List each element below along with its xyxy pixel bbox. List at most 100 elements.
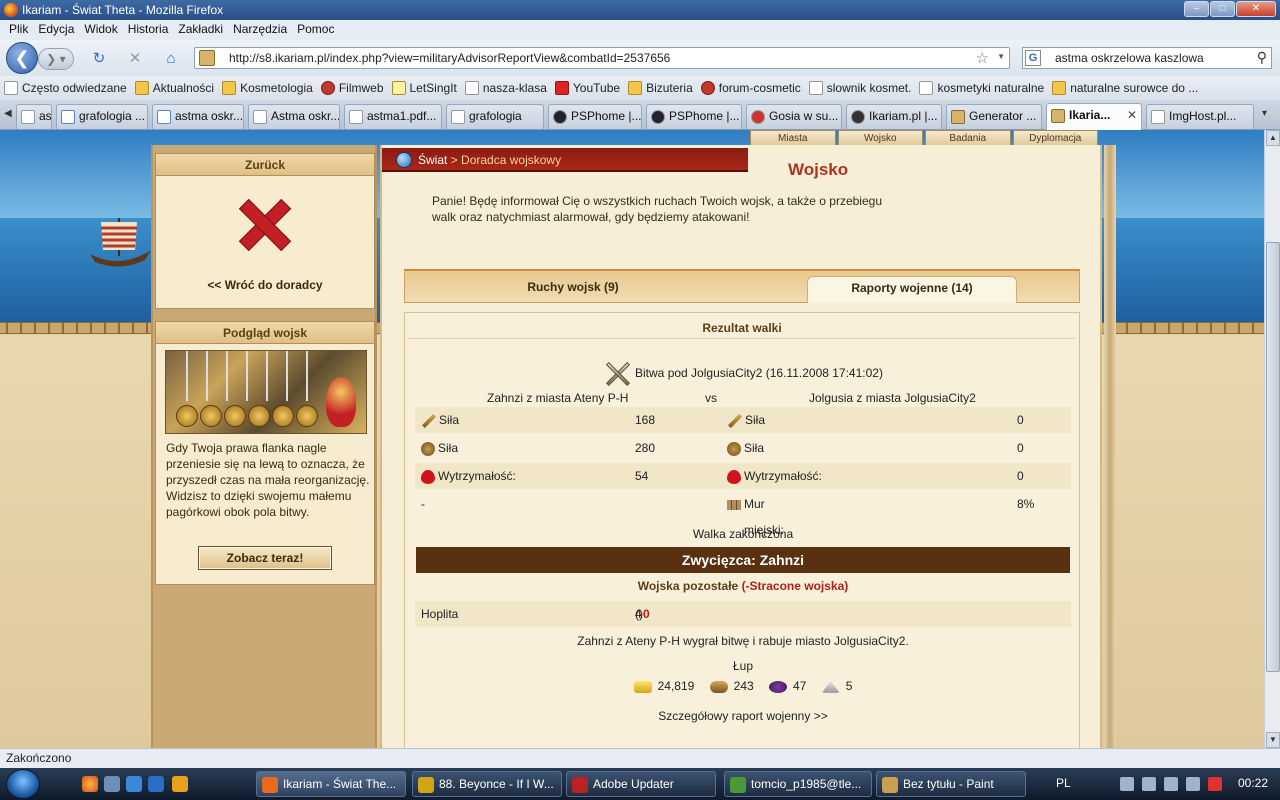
defender-wall-value: 8% xyxy=(1017,497,1035,511)
bookmark-item[interactable]: Filmweb xyxy=(320,81,384,95)
bookmark-item[interactable]: Często odwiedzane xyxy=(4,81,127,95)
bookmark-item[interactable]: kosmetyki naturalne xyxy=(919,81,1044,95)
vertical-scrollbar[interactable]: ▲ ▼ xyxy=(1264,130,1280,748)
volume-icon[interactable] xyxy=(1186,777,1200,791)
browser-tab[interactable]: astma1.pdf... xyxy=(344,104,442,129)
browser-tab[interactable]: Gosia w su... xyxy=(746,104,842,129)
menu-bookmarks[interactable]: Zakładki xyxy=(173,20,228,40)
taskbar-window-button[interactable]: Bez tytułu - Paint xyxy=(876,771,1026,797)
home-icon[interactable]: ⌂ xyxy=(162,50,180,68)
minimize-button[interactable]: – xyxy=(1184,1,1209,17)
bookmark-item[interactable]: Bizuteria xyxy=(628,81,693,95)
right-column-decoration xyxy=(1104,145,1116,748)
menu-view[interactable]: Widok xyxy=(79,20,122,40)
window-titlebar[interactable]: Ikariam - Świat Theta - Mozilla Firefox … xyxy=(0,0,1280,20)
battle-summary: Zahnzi z Ateny P-H wygrał bitwę i rabuje… xyxy=(577,634,909,648)
tab-ik2-icon xyxy=(851,110,865,124)
bookmark-label: Filmweb xyxy=(338,81,384,95)
reload-icon[interactable]: ↻ xyxy=(90,50,108,68)
browser-tab[interactable]: grafologia xyxy=(446,104,544,129)
marble-icon xyxy=(821,680,840,693)
tab-ik-icon xyxy=(951,110,965,124)
player-quicklaunch-icon[interactable] xyxy=(172,776,188,792)
bookmark-item[interactable]: naturalne surowce do ... xyxy=(1052,81,1198,95)
start-button[interactable] xyxy=(6,769,40,799)
bookmark-item[interactable]: Kosmetologia xyxy=(222,81,313,95)
browser-tab[interactable]: PSPhome |... xyxy=(646,104,742,129)
battle-ended-text: Walka zakończona xyxy=(692,527,794,541)
search-bar[interactable]: G astma oskrzelowa kaszlowa ⚲ xyxy=(1022,47,1272,69)
stop-icon[interactable]: ✕ xyxy=(126,50,144,68)
search-input[interactable]: astma oskrzelowa kaszlowa xyxy=(1055,51,1204,65)
bookmark-item[interactable]: LetSingIt xyxy=(391,81,457,95)
breadcrumb-current[interactable]: Doradca wojskowy xyxy=(461,153,561,167)
scrollbar-thumb[interactable] xyxy=(1266,242,1280,672)
loot-wine: 47 xyxy=(769,679,806,693)
tray-app-icon[interactable] xyxy=(1142,777,1156,791)
attacker-name: Zahnzi z miasta Ateny P-H xyxy=(487,391,629,405)
bookmark-item[interactable]: forum-cosmetic xyxy=(700,81,801,95)
ie-quicklaunch-icon[interactable] xyxy=(126,776,142,792)
bookmark-item[interactable]: Aktualności xyxy=(134,81,214,95)
browser-tab[interactable]: PSPhome |... xyxy=(548,104,642,129)
search-icon[interactable]: ⚲ xyxy=(1257,49,1267,66)
browser-tab[interactable]: Generator ... xyxy=(946,104,1042,129)
browser-tab[interactable]: Ikaria... ✕ xyxy=(1046,103,1142,130)
menu-edit[interactable]: Edycja xyxy=(33,20,79,40)
url-text[interactable]: http://s8.ikariam.pl/index.php?view=mili… xyxy=(229,51,670,65)
network-icon[interactable] xyxy=(1164,777,1178,791)
menu-history[interactable]: Historia xyxy=(123,20,174,40)
bookmark-star-icon[interactable]: ☆ xyxy=(976,49,989,67)
see-now-button[interactable]: Zobacz teraz! xyxy=(198,546,332,570)
browser-tab[interactable]: ImgHost.pl... xyxy=(1146,104,1254,129)
browser-tab[interactable]: Ikariam.pl |... xyxy=(846,104,942,129)
browser-tab[interactable]: as... xyxy=(16,104,52,129)
back-button[interactable]: ❮ xyxy=(6,42,38,74)
close-tab-icon[interactable]: ✕ xyxy=(1127,108,1137,122)
scroll-tabs-left-icon[interactable]: ◀ xyxy=(4,108,12,119)
clock[interactable]: 00:22 xyxy=(1238,776,1268,790)
bookmark-item[interactable]: YouTube xyxy=(554,81,620,95)
browser-tab[interactable]: astma oskr... xyxy=(152,104,244,129)
bookmark-folder-icon xyxy=(1052,81,1067,95)
unit-row-hoplite: Hoplita 4 (-0) xyxy=(415,601,1071,627)
url-bar[interactable]: http://s8.ikariam.pl/index.php?view=mili… xyxy=(194,47,1010,69)
bookmark-page-icon xyxy=(919,81,934,95)
browser-tab[interactable]: Astma oskr... xyxy=(248,104,340,129)
menu-file[interactable]: Plik xyxy=(4,20,33,40)
language-indicator[interactable]: PL xyxy=(1056,776,1071,790)
breadcrumb-world[interactable]: Świat xyxy=(418,153,447,167)
scroll-down-icon[interactable]: ▼ xyxy=(1266,732,1280,748)
taskbar-window-label: Ikariam - Świat The... xyxy=(283,777,397,791)
taskbar-window-button[interactable]: tomcio_p1985@tle... xyxy=(724,771,872,797)
bookmark-item[interactable]: slownik kosmet. xyxy=(808,81,911,95)
scroll-up-icon[interactable]: ▲ xyxy=(1266,130,1280,146)
detailed-report-link[interactable]: Szczegółowy raport wojenny >> xyxy=(405,709,1081,723)
close-icon[interactable] xyxy=(238,198,292,252)
tab-troop-movements[interactable]: Ruchy wojsk (9) xyxy=(405,276,741,303)
taskbar-window-button[interactable]: Ikariam - Świat The... xyxy=(256,771,406,797)
security-icon[interactable] xyxy=(1208,777,1222,791)
close-window-button[interactable]: ✕ xyxy=(1236,1,1276,17)
taskbar-window-button[interactable]: Adobe Updater xyxy=(566,771,716,797)
firefox-quicklaunch-icon[interactable] xyxy=(82,776,98,792)
forward-button[interactable]: ❯ ▾ xyxy=(38,48,74,70)
show-desktop-icon[interactable] xyxy=(104,776,120,792)
menu-tools[interactable]: Narzędzia xyxy=(228,20,292,40)
world-globe-icon[interactable] xyxy=(396,152,412,168)
url-dropdown-icon[interactable]: ▼ xyxy=(997,52,1005,61)
media-quicklaunch-icon[interactable] xyxy=(148,776,164,792)
browser-tab[interactable]: grafologia ... xyxy=(56,104,148,129)
menu-help[interactable]: Pomoc xyxy=(292,20,339,40)
tab-page-icon xyxy=(451,110,465,124)
bookmark-page-icon xyxy=(464,81,479,95)
tray-app-icon[interactable] xyxy=(1120,777,1134,791)
tab-bar: ◀ ▾ as... grafologia ... astma oskr... Astm… xyxy=(0,100,1280,130)
bookmark-item[interactable]: nasza-klasa xyxy=(464,81,547,95)
back-to-advisor-link[interactable]: << Wróć do doradcy xyxy=(156,278,374,292)
all-tabs-icon[interactable]: ▾ xyxy=(1262,108,1267,119)
maximize-button[interactable]: □ xyxy=(1210,1,1235,17)
tab-war-reports[interactable]: Raporty wojenne (14) xyxy=(807,276,1017,303)
search-engine-icon[interactable]: G xyxy=(1025,50,1041,66)
taskbar-window-button[interactable]: 88. Beyonce - If I W... xyxy=(412,771,562,797)
